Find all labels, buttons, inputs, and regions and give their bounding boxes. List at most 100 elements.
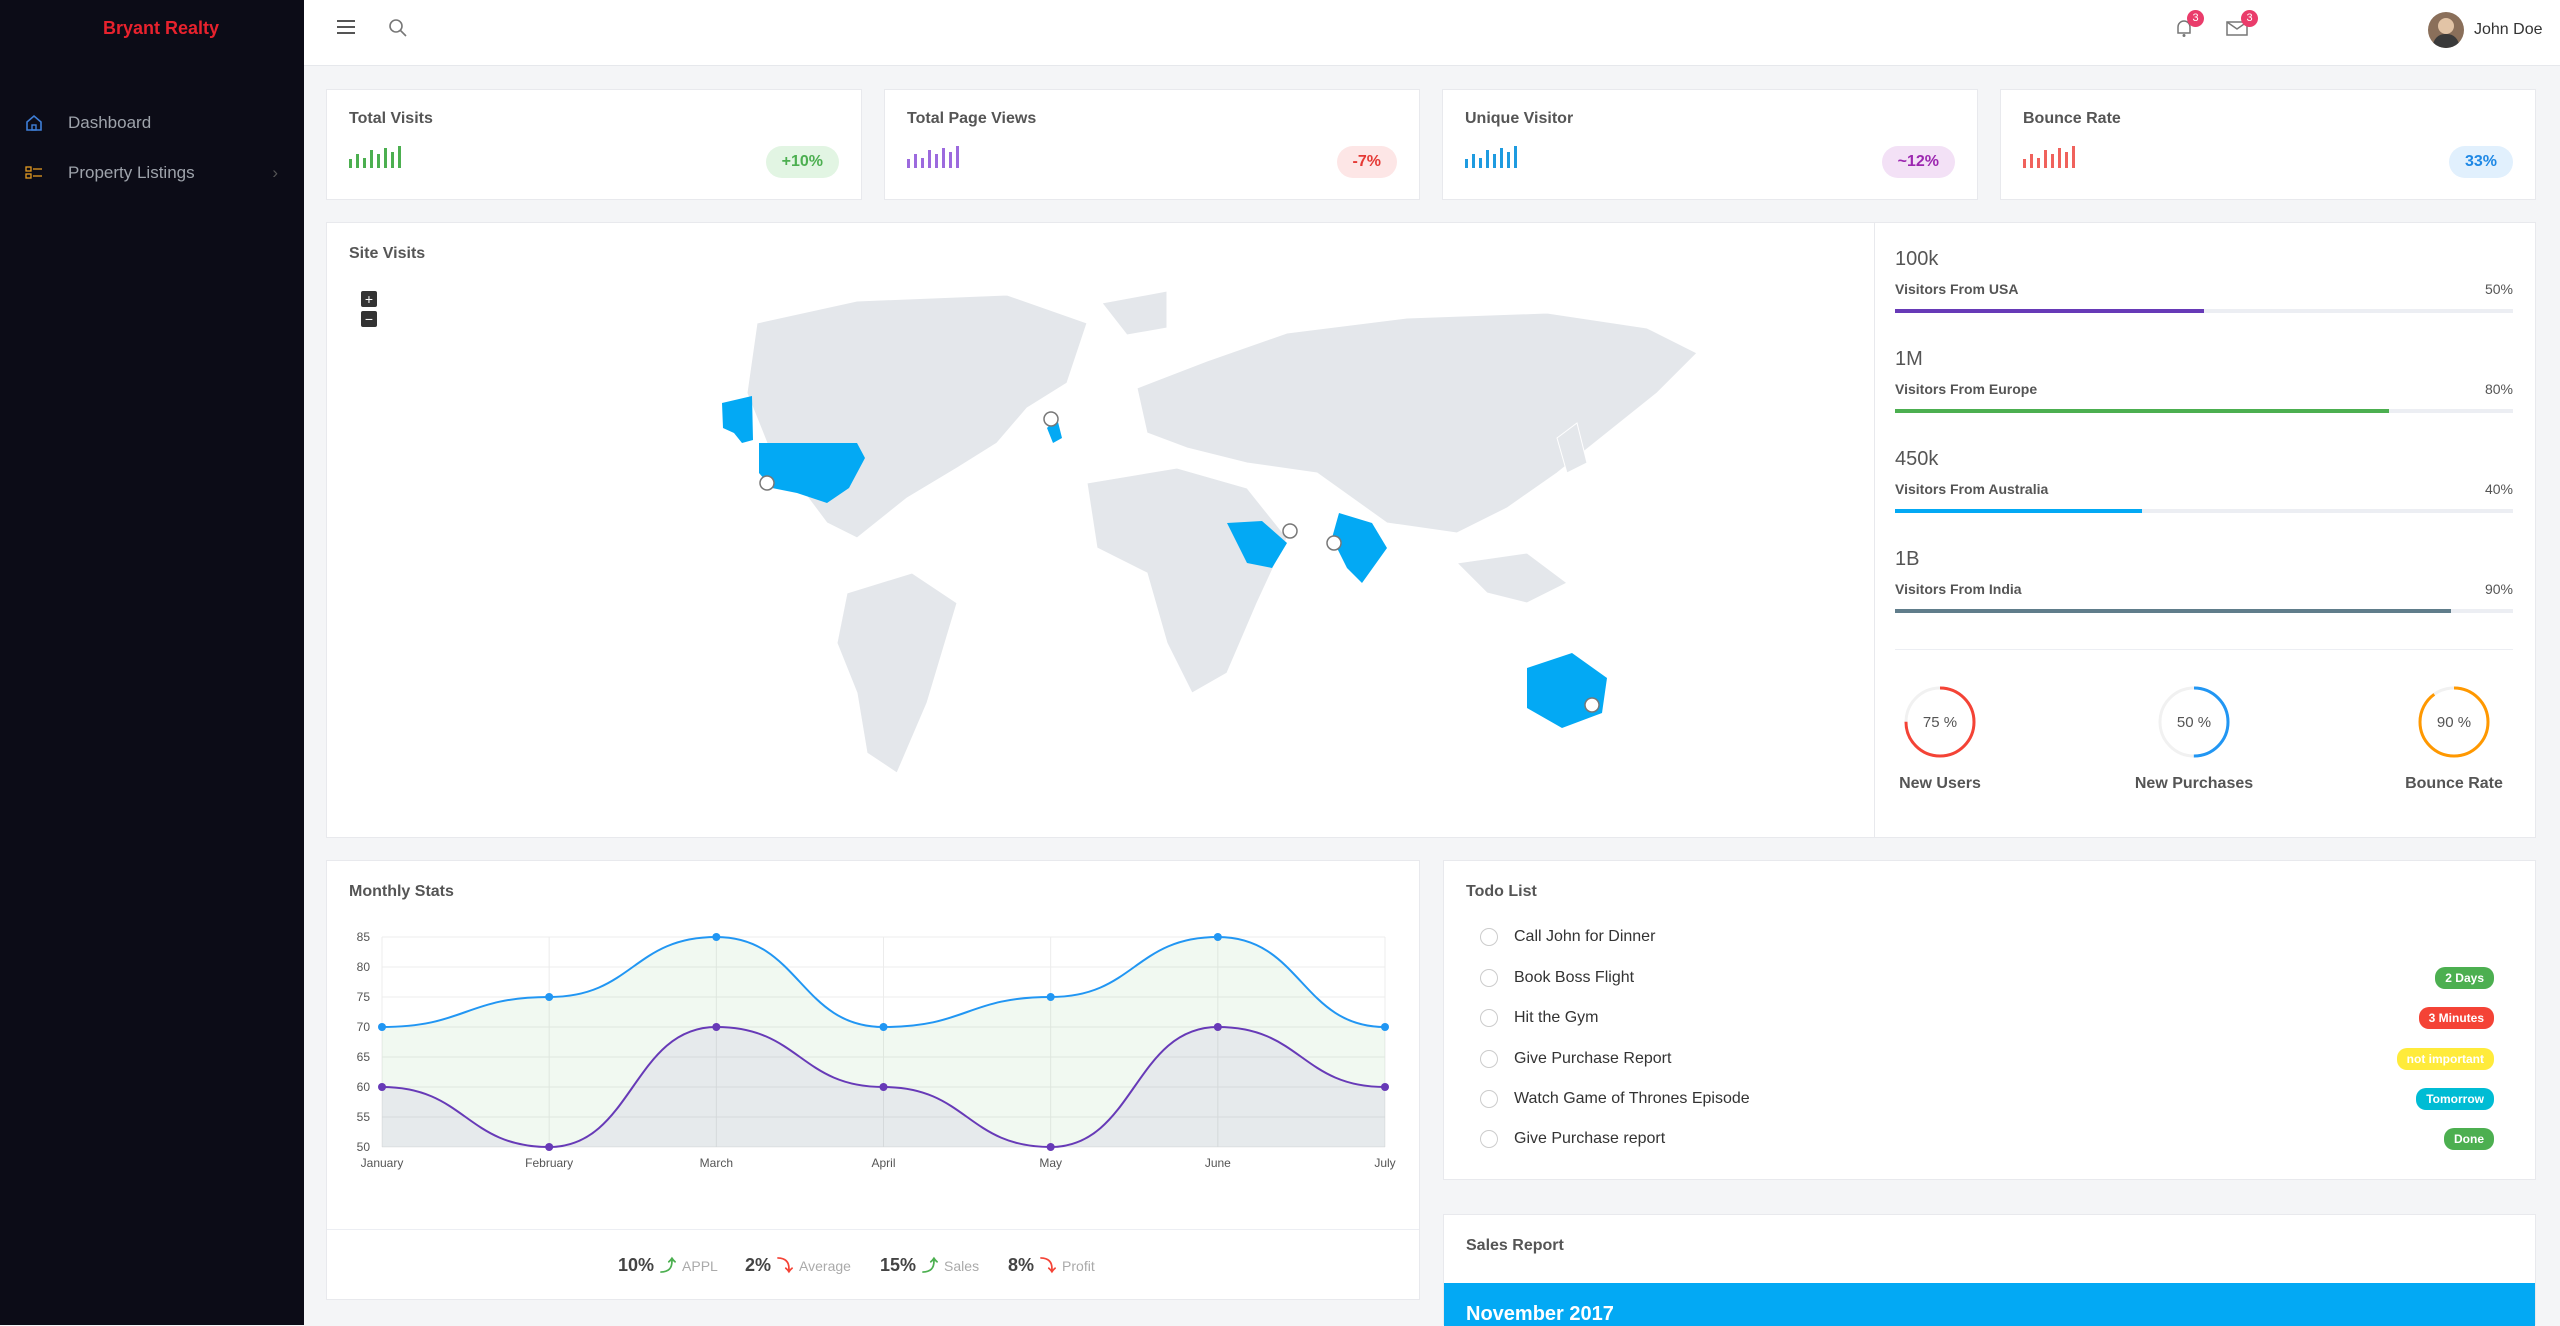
- todo-checkbox[interactable]: [1480, 1090, 1498, 1108]
- y-tick-label: 75: [357, 990, 371, 1004]
- todo-item[interactable]: Give Purchase Report not important: [1480, 1044, 2494, 1074]
- todo-text: Give Purchase report: [1514, 1130, 1666, 1147]
- spark-bar: [2058, 148, 2061, 168]
- donut-chart: 75 %: [1904, 686, 1976, 758]
- map-marker: [1584, 697, 1600, 713]
- todo-text: Hit the Gym: [1514, 1009, 1599, 1026]
- india-region: [1332, 513, 1387, 583]
- visitor-label: Visitors From India: [1895, 581, 2022, 597]
- todo-text: Call John for Dinner: [1514, 928, 1656, 945]
- x-tick-label: April: [871, 1156, 895, 1170]
- spark-bar: [1486, 150, 1489, 168]
- avatar[interactable]: [2428, 12, 2464, 48]
- stat-label: Profit: [1062, 1258, 1095, 1274]
- spark-bar: [956, 146, 959, 168]
- spark-bar: [1472, 154, 1475, 168]
- card-title: Todo List: [1466, 883, 1537, 900]
- search-icon[interactable]: [388, 18, 408, 38]
- visitor-percent: 40%: [2484, 481, 2513, 497]
- spark-bar: [942, 148, 945, 168]
- todo-checkbox[interactable]: [1480, 969, 1498, 987]
- todo-item[interactable]: Book Boss Flight 2 Days: [1480, 963, 2494, 993]
- world-map[interactable]: [527, 273, 2007, 813]
- data-point: [712, 933, 721, 941]
- sparkline: [907, 146, 959, 168]
- spark-bar: [384, 148, 387, 168]
- todo-checkbox[interactable]: [1480, 928, 1498, 946]
- arrow-down-icon: ⤵: [777, 1258, 794, 1275]
- progress-track: [1895, 309, 2513, 313]
- todo-checkbox[interactable]: [1480, 1130, 1498, 1148]
- progress-fill: [1895, 609, 2452, 613]
- card-title: Sales Report: [1466, 1237, 1564, 1254]
- sidebar-item-property-listings[interactable]: Property Listings ›: [24, 161, 278, 185]
- zoom-in-button[interactable]: +: [361, 291, 377, 307]
- spark-bar: [2072, 146, 2075, 168]
- donut-value: 50 %: [2177, 714, 2211, 731]
- card-title: Total Visits: [349, 110, 433, 127]
- messages-button[interactable]: 3: [2226, 10, 2258, 38]
- x-tick-label: July: [1374, 1156, 1395, 1170]
- menu-icon[interactable]: [337, 19, 355, 35]
- spark-bar: [356, 154, 359, 168]
- progress-fill: [1895, 409, 2390, 413]
- donut-chart: 50 %: [2158, 686, 2230, 758]
- data-point: [879, 1083, 888, 1091]
- spark-bar: [2037, 158, 2040, 168]
- north-america-land: [746, 294, 1088, 539]
- visitor-stat-australia: 450k Visitors From Australia 40%: [1895, 448, 2513, 513]
- todo-text: Give Purchase Report: [1514, 1050, 1672, 1067]
- spark-bar: [928, 150, 931, 168]
- top-header: 3 3 John Doe: [304, 0, 2560, 66]
- data-point: [1381, 1083, 1389, 1091]
- brand-logo[interactable]: Bryant Realty: [0, 18, 322, 39]
- progress-track: [1895, 509, 2513, 513]
- africa-land: [1086, 467, 1288, 694]
- user-name[interactable]: John Doe: [2474, 21, 2543, 39]
- visitor-label: Visitors From USA: [1895, 281, 2019, 297]
- progress-track: [1895, 609, 2513, 613]
- map-marker: [1326, 535, 1342, 551]
- spark-bar: [914, 154, 917, 168]
- spark-bar: [377, 154, 380, 168]
- data-point: [1213, 1023, 1222, 1031]
- stat-average: 2% ⤵ Average: [745, 1252, 851, 1276]
- stat-profit: 8% ⤵ Profit: [1008, 1252, 1095, 1276]
- chevron-right-icon: ›: [272, 163, 278, 182]
- map-marker: [1043, 411, 1059, 427]
- x-tick-label: March: [700, 1156, 733, 1170]
- todo-item[interactable]: Call John for Dinner: [1480, 922, 2494, 952]
- southeast-asia-land: [1455, 552, 1568, 604]
- todo-item[interactable]: Hit the Gym 3 Minutes: [1480, 1003, 2494, 1033]
- sidebar: Bryant Realty Dashboard Property Listing…: [0, 0, 304, 1325]
- spark-bar: [2065, 152, 2068, 168]
- y-tick-label: 55: [357, 1110, 371, 1124]
- spark-bar: [1479, 158, 1482, 168]
- x-tick-label: May: [1039, 1156, 1062, 1170]
- donut-new-users: 75 % New Users: [1880, 682, 2000, 793]
- y-tick-label: 60: [357, 1080, 371, 1094]
- x-tick-label: January: [361, 1156, 404, 1170]
- spark-bar: [391, 152, 394, 168]
- todo-item[interactable]: Give Purchase report Done: [1480, 1124, 2494, 1154]
- visitor-count: 100k: [1895, 248, 1939, 270]
- x-tick-label: June: [1205, 1156, 1231, 1170]
- notifications-button[interactable]: 3: [2174, 10, 2204, 38]
- arrow-down-icon: ⤵: [1040, 1258, 1057, 1275]
- sidebar-item-dashboard[interactable]: Dashboard: [24, 111, 278, 135]
- todo-tag: 2 Days: [2435, 967, 2494, 989]
- south-america-land: [836, 572, 958, 774]
- card-title: Monthly Stats: [349, 883, 454, 900]
- data-point: [1213, 933, 1222, 941]
- todo-checkbox[interactable]: [1480, 1009, 1498, 1027]
- stat-card-total-visits: Total Visits +10%: [326, 89, 862, 200]
- change-badge: +10%: [765, 146, 839, 178]
- todo-item[interactable]: Watch Game of Thrones Episode Tomorrow: [1480, 1084, 2494, 1114]
- change-badge: -7%: [1336, 146, 1397, 178]
- spark-bar: [370, 150, 373, 168]
- todo-checkbox[interactable]: [1480, 1050, 1498, 1068]
- change-badge: ~12%: [1881, 146, 1955, 178]
- data-point: [1046, 993, 1055, 1001]
- zoom-out-button[interactable]: −: [361, 311, 377, 327]
- monthly-line-chart[interactable]: 50 55 60 65 70 75 80 85 January February March Apri…: [327, 921, 1419, 1221]
